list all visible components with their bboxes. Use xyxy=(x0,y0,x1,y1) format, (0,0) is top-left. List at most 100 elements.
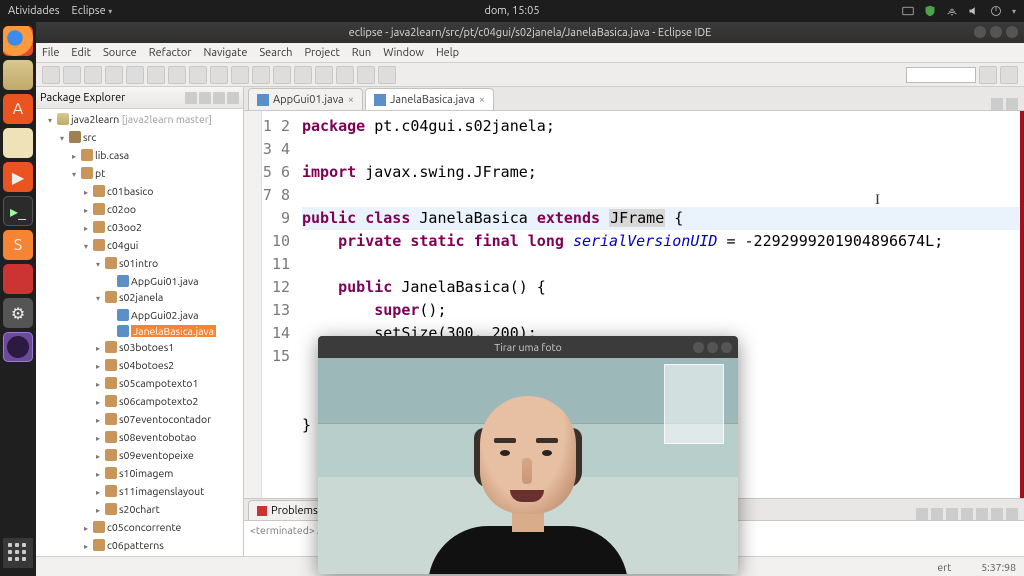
package-explorer-title: Package Explorer xyxy=(40,92,125,104)
dock-sublime[interactable]: S xyxy=(3,230,33,260)
dock-files[interactable] xyxy=(3,60,33,90)
dock: A ▶ ▸_ S ⚙ xyxy=(0,22,36,576)
dock-settings[interactable]: ⚙ xyxy=(3,298,33,328)
max-button[interactable] xyxy=(707,342,718,353)
perspective-button[interactable] xyxy=(979,66,997,84)
tree-item: ▸s08eventobotao xyxy=(96,429,243,447)
menu-navigate[interactable]: Navigate xyxy=(204,47,248,59)
dock-libreoffice[interactable] xyxy=(3,264,33,294)
toolbar-button[interactable] xyxy=(336,66,354,84)
system-tray[interactable]: ▾ xyxy=(902,5,1016,17)
marker-ruler[interactable] xyxy=(244,111,262,498)
dock-firefox[interactable] xyxy=(3,26,33,56)
clock[interactable]: dom, 15:05 xyxy=(484,5,539,17)
menu-bar: File Edit Source Refactor Navigate Searc… xyxy=(36,43,1024,63)
dock-terminal[interactable]: ▸_ xyxy=(3,196,33,226)
menu-run[interactable]: Run xyxy=(352,47,371,59)
tree-item: ▸s20chart xyxy=(96,501,243,519)
dock-eclipse[interactable] xyxy=(3,332,33,362)
toolbar-button[interactable] xyxy=(210,66,228,84)
package-explorer-header[interactable]: Package Explorer xyxy=(36,87,243,109)
panel-tool-icon[interactable] xyxy=(916,508,928,520)
java-file-icon xyxy=(374,94,386,106)
tree-item: ▸s03botoes1 xyxy=(96,339,243,357)
close-button[interactable] xyxy=(721,342,732,353)
editor-toolbar-icon[interactable] xyxy=(1006,98,1018,110)
panel-tool-icon[interactable] xyxy=(946,508,958,520)
close-tab-icon[interactable]: × xyxy=(479,94,485,106)
package-explorer-panel: Package Explorer ▾java2learn [java2learn… xyxy=(36,87,244,556)
webcam-titlebar[interactable]: Tirar uma foto xyxy=(318,336,738,358)
minimize-icon[interactable] xyxy=(213,92,225,104)
toolbar-button[interactable] xyxy=(357,66,375,84)
toolbar-button[interactable] xyxy=(315,66,333,84)
java-file-icon xyxy=(117,275,129,287)
toolbar-button[interactable] xyxy=(252,66,270,84)
toolbar-button[interactable] xyxy=(189,66,207,84)
problems-tab[interactable]: Problems xyxy=(248,500,327,520)
text-cursor-icon: I xyxy=(875,189,880,212)
volume-icon xyxy=(968,5,980,17)
editor-tab-active[interactable]: JanelaBasica.java× xyxy=(365,88,494,110)
network-icon xyxy=(946,5,958,17)
status-insert: ert xyxy=(937,561,951,573)
dock-gedit[interactable] xyxy=(3,128,33,158)
menu-source[interactable]: Source xyxy=(103,47,137,59)
menu-edit[interactable]: Edit xyxy=(71,47,91,59)
activities-button[interactable]: Atividades xyxy=(8,5,60,17)
toolbar-button[interactable] xyxy=(231,66,249,84)
webcam-viewport xyxy=(318,358,738,574)
max-button[interactable] xyxy=(990,26,1002,38)
webcam-window[interactable]: Tirar uma foto xyxy=(318,336,738,574)
menu-window[interactable]: Window xyxy=(383,47,424,59)
panel-tool-icon[interactable] xyxy=(961,508,973,520)
project-tree[interactable]: ▾java2learn [java2learn master] ▾src ▸li… xyxy=(36,109,243,556)
menu-search[interactable]: Search xyxy=(259,47,292,59)
tree-item: ▸c03oo2 xyxy=(84,219,243,237)
java-file-icon xyxy=(257,94,269,106)
view-menu-icon[interactable] xyxy=(185,92,197,104)
panel-tool-icon[interactable] xyxy=(931,508,943,520)
dock-software[interactable]: A xyxy=(3,94,33,124)
toolbar-button[interactable] xyxy=(147,66,165,84)
dock-video[interactable]: ▶ xyxy=(3,162,33,192)
min-button[interactable] xyxy=(693,342,704,353)
editor-tabs: AppGui01.java× JanelaBasica.java× xyxy=(244,87,1024,111)
gnome-top-bar: Atividades Eclipse ▾ dom, 15:05 ▾ xyxy=(0,0,1024,22)
quick-access-input[interactable] xyxy=(906,67,976,83)
toolbar-button[interactable] xyxy=(63,66,81,84)
window-titlebar[interactable]: eclipse - java2learn/src/pt/c04gui/s02ja… xyxy=(36,23,1024,43)
active-app[interactable]: Eclipse ▾ xyxy=(72,5,113,17)
min-button[interactable] xyxy=(974,26,986,38)
toolbar-button[interactable] xyxy=(126,66,144,84)
toolbar-button[interactable] xyxy=(42,66,60,84)
panel-tool-icon[interactable] xyxy=(1006,508,1018,520)
selected-file: JanelaBasica.java xyxy=(131,325,216,337)
toolbar-button[interactable] xyxy=(378,66,396,84)
close-button[interactable] xyxy=(1006,26,1018,38)
menu-refactor[interactable]: Refactor xyxy=(149,47,192,59)
menu-help[interactable]: Help xyxy=(436,47,459,59)
tree-item: ▸s10imagem xyxy=(96,465,243,483)
toolbar-button[interactable] xyxy=(105,66,123,84)
tree-item: ▸s06campotexto2 xyxy=(96,393,243,411)
toolbar-button[interactable] xyxy=(273,66,291,84)
panel-tool-icon[interactable] xyxy=(991,508,1003,520)
toolbar-button[interactable] xyxy=(294,66,312,84)
package-icon xyxy=(81,149,93,161)
toolbar-button[interactable] xyxy=(84,66,102,84)
status-position: 5:37:98 xyxy=(981,561,1016,573)
menu-project[interactable]: Project xyxy=(304,47,339,59)
close-tab-icon[interactable]: × xyxy=(348,94,354,106)
toolbar-button[interactable] xyxy=(168,66,186,84)
panel-tool-icon[interactable] xyxy=(976,508,988,520)
editor-toolbar-icon[interactable] xyxy=(991,98,1003,110)
editor-tab[interactable]: AppGui01.java× xyxy=(248,88,363,110)
dock-show-apps[interactable] xyxy=(3,538,33,568)
keyboard-icon xyxy=(902,5,914,17)
maximize-icon[interactable] xyxy=(227,92,239,104)
link-icon[interactable] xyxy=(199,92,211,104)
menu-file[interactable]: File xyxy=(42,47,59,59)
tree-item: ▸c06patterns xyxy=(84,537,243,555)
perspective-button[interactable] xyxy=(1000,66,1018,84)
